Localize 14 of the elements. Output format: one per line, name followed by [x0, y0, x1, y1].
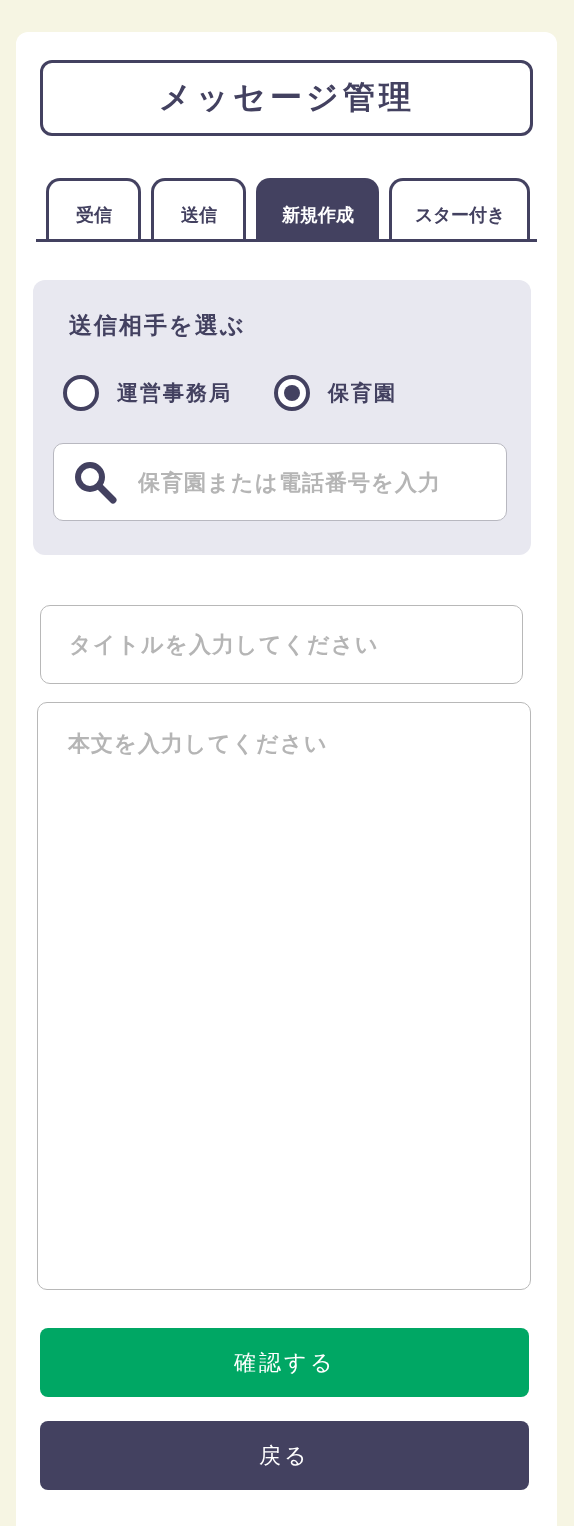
- radio-label: 運営事務局: [117, 380, 232, 407]
- tab[interactable]: 受信: [46, 178, 141, 239]
- tab[interactable]: 送信: [151, 178, 246, 239]
- radio-label: 保育園: [328, 380, 397, 407]
- tab[interactable]: 新規作成: [256, 178, 379, 239]
- page-title: メッセージ管理: [40, 60, 533, 136]
- radio-button[interactable]: [274, 375, 310, 411]
- tab[interactable]: スター付き: [389, 178, 530, 239]
- back-button[interactable]: 戻る: [40, 1421, 529, 1490]
- title-field[interactable]: タイトルを入力してください: [40, 605, 523, 684]
- search-field[interactable]: 保育園または電話番号を入力: [53, 443, 507, 521]
- message-body-field[interactable]: 本文を入力してください: [37, 702, 531, 1290]
- section-heading: 送信相手を選ぶ: [68, 311, 247, 340]
- radio-button[interactable]: [63, 375, 99, 411]
